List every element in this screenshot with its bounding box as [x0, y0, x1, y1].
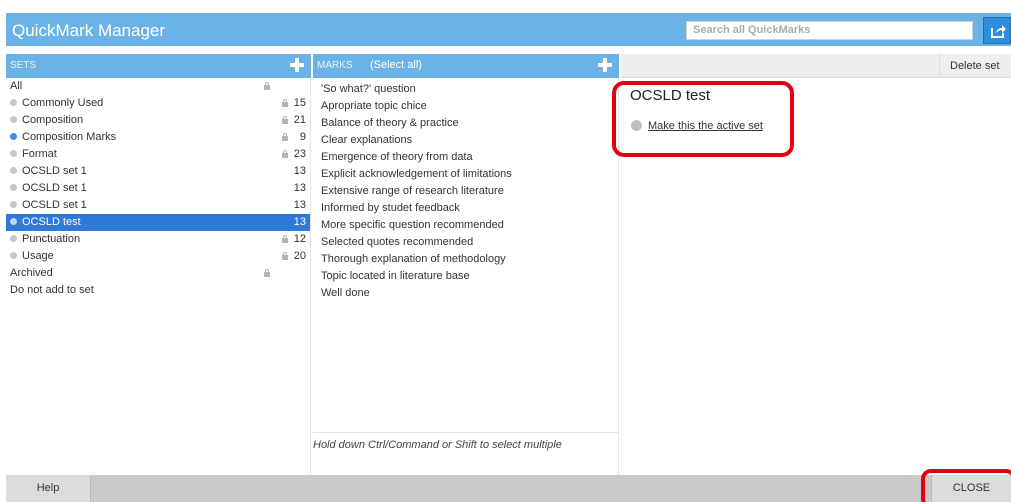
set-row-count: 9 [299, 131, 306, 143]
marks-header-label: MARKS [317, 60, 353, 71]
status-dot-icon [10, 150, 17, 157]
set-row-count: 23 [293, 148, 306, 160]
detail-header: Delete set [621, 54, 1011, 78]
set-row-label: All [10, 80, 23, 92]
set-row-label: Usage [22, 250, 54, 262]
sets-header-label: SETS [10, 60, 37, 71]
set-detail-panel: OCSLD test Make this the active set [621, 78, 1011, 475]
set-row[interactable]: OCSLD set 1 13 [6, 180, 310, 197]
set-row[interactable]: OCSLD test 13 [6, 214, 310, 231]
mark-row[interactable]: Apropriate topic chice [313, 98, 618, 115]
lock-icon [282, 133, 288, 141]
status-dot-icon [10, 218, 17, 225]
status-dot-icon [10, 133, 17, 140]
set-row-label: OCSLD set 1 [22, 165, 87, 177]
delete-set-button[interactable]: Delete set [939, 54, 1011, 78]
set-row-label: OCSLD set 1 [22, 199, 87, 211]
set-row-count: 21 [293, 114, 306, 126]
set-row[interactable]: Punctuation 12 [6, 231, 310, 248]
set-row-count: 15 [293, 97, 306, 109]
lock-icon [282, 150, 288, 158]
set-row-label: OCSLD test [22, 216, 81, 228]
mark-row[interactable]: Extensive range of research literature [313, 183, 618, 200]
mark-row[interactable]: Balance of theory & practice [313, 115, 618, 132]
set-detail-title: OCSLD test [630, 87, 711, 104]
set-row[interactable]: Composition Marks 9 [6, 129, 310, 146]
marks-header: MARKS (Select all) [313, 54, 619, 78]
bottom-bar: Help CLOSE [6, 475, 1011, 502]
mark-row[interactable]: More specific question recommended [313, 217, 618, 234]
mark-row[interactable]: 'So what?' question [313, 81, 618, 98]
set-row-count: 13 [293, 165, 306, 177]
set-row[interactable]: All [6, 78, 310, 95]
set-row-count: 13 [293, 199, 306, 211]
lock-icon [264, 82, 270, 90]
set-row-label: Do not add to set [10, 284, 94, 296]
set-row-count: 13 [293, 182, 306, 194]
set-row-label: Format [22, 148, 57, 160]
lock-icon [282, 235, 288, 243]
export-icon [991, 25, 1006, 38]
set-row-label: OCSLD set 1 [22, 182, 87, 194]
title-bar: QuickMark Manager Search all QuickMarks [0, 0, 1011, 46]
set-row-label: Archived [10, 267, 53, 279]
set-row-count: 13 [293, 216, 306, 228]
set-row[interactable]: Format 23 [6, 146, 310, 163]
set-row[interactable]: OCSLD set 1 13 [6, 197, 310, 214]
set-row-count: 20 [293, 250, 306, 262]
marks-list: 'So what?' question Apropriate topic chic… [313, 78, 619, 475]
lock-icon [282, 116, 288, 124]
status-dot-icon [10, 99, 17, 106]
select-all-link[interactable]: (Select all) [370, 59, 422, 71]
mark-row[interactable]: Emergence of theory from data [313, 149, 618, 166]
lock-icon [282, 252, 288, 260]
help-button[interactable]: Help [6, 475, 91, 502]
mark-row[interactable]: Informed by studet feedback [313, 200, 618, 217]
set-row-label: Commonly Used [22, 97, 104, 109]
mark-row[interactable]: Well done [313, 285, 618, 302]
mark-row[interactable]: Selected quotes recommended [313, 234, 618, 251]
set-row[interactable]: Archived [6, 265, 310, 282]
app-title: QuickMark Manager [12, 21, 166, 40]
set-row-label: Punctuation [22, 233, 81, 245]
mark-row[interactable]: Thorough explanation of methodology [313, 251, 618, 268]
add-mark-icon[interactable] [596, 56, 614, 74]
lock-icon [282, 99, 288, 107]
make-active-set-label: Make this the active set [648, 120, 763, 132]
set-row[interactable]: Commonly Used 15 [6, 95, 310, 112]
make-active-set-link[interactable]: Make this the active set [631, 120, 763, 132]
set-row-label: Composition [22, 114, 84, 126]
mark-row[interactable]: Clear explanations [313, 132, 618, 149]
set-row[interactable]: Usage 20 [6, 248, 310, 265]
close-button[interactable]: CLOSE [931, 475, 1011, 502]
status-dot-icon [10, 167, 17, 174]
search-input[interactable]: Search all QuickMarks [686, 21, 973, 40]
status-dot-icon [10, 184, 17, 191]
title-bar-band: QuickMark Manager Search all QuickMarks [6, 13, 1011, 46]
set-row-count: 12 [293, 233, 306, 245]
status-dot-icon [10, 235, 17, 242]
status-dot-icon [10, 201, 17, 208]
sets-list: All Commonly Used 15 Composition 21 Compositi… [6, 78, 311, 475]
add-set-icon[interactable] [288, 56, 306, 74]
set-row[interactable]: Do not add to set [6, 282, 310, 299]
lock-icon [264, 269, 270, 277]
export-button[interactable] [983, 17, 1011, 44]
radio-icon [631, 120, 642, 131]
set-row-label: Composition Marks [22, 131, 117, 143]
set-row[interactable]: OCSLD set 1 13 [6, 163, 310, 180]
mark-row[interactable]: Topic located in literature base [313, 268, 618, 285]
marks-footer-hint: Hold down Ctrl/Command or Shift to selec… [313, 432, 619, 475]
set-row[interactable]: Composition 21 [6, 112, 310, 129]
column-headers: SETS MARKS (Select all) Delete set [6, 46, 1011, 78]
status-dot-icon [10, 252, 17, 259]
sets-header: SETS [6, 54, 311, 78]
mark-row[interactable]: Explicit acknowledgement of limitations [313, 166, 618, 183]
status-dot-icon [10, 116, 17, 123]
